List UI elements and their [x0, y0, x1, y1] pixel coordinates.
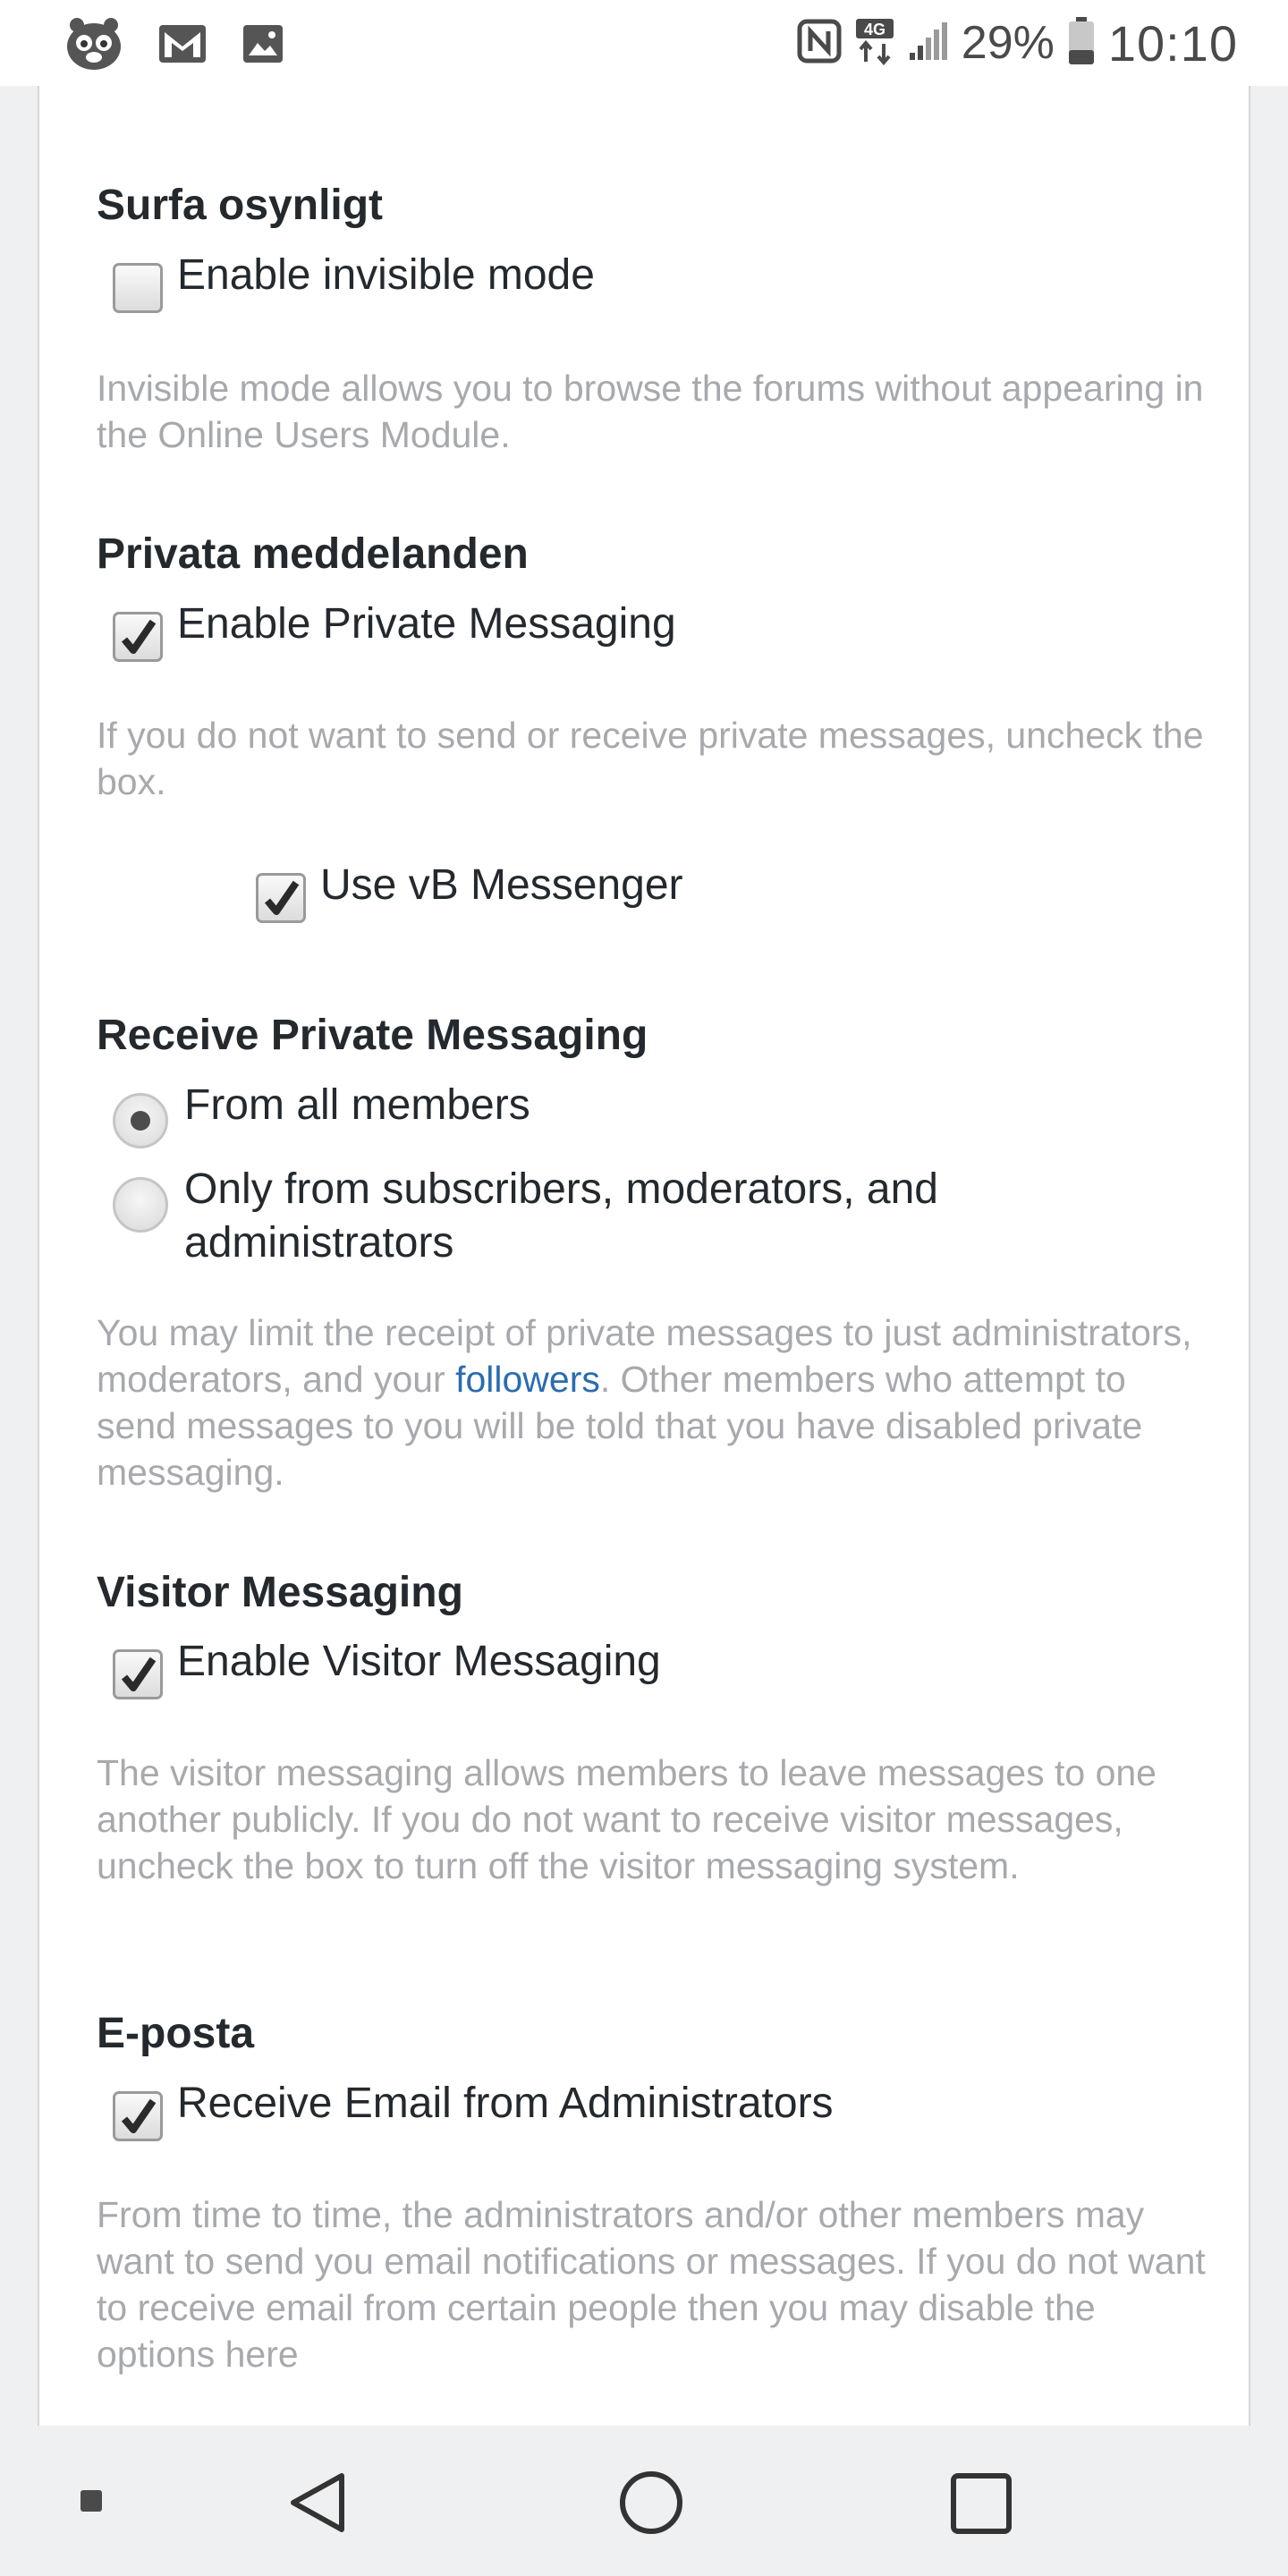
private-messaging-checkbox[interactable]: [113, 612, 163, 662]
clock: 10:10: [1107, 14, 1238, 72]
checkmark-icon: [121, 2098, 157, 2133]
visitor-messaging-label[interactable]: Enable Visitor Messaging: [177, 1635, 661, 1689]
svg-text:4G: 4G: [864, 21, 886, 38]
radio-limited-label-line1: Only from subscribers, moderators, and: [184, 1165, 938, 1213]
vb-messenger-checkbox[interactable]: [256, 873, 306, 923]
section-title-invisible: Surfa osynligt: [97, 182, 384, 229]
back-icon[interactable]: [288, 2470, 347, 2539]
navigation-bar: [0, 2426, 1288, 2576]
radio-all-members[interactable]: [113, 1093, 168, 1148]
email-admins-checkbox[interactable]: [113, 2091, 163, 2141]
email-description: From time to time, the administrators an…: [97, 2194, 1206, 2375]
radio-limited-label-line2: administrators: [184, 1219, 454, 1267]
invisible-mode-description: Invisible mode allows you to browse the …: [97, 368, 1204, 455]
notification-icons: [64, 16, 284, 76]
radio-all-members-label[interactable]: From all members: [184, 1079, 530, 1132]
private-messaging-option[interactable]: Enable Private Messaging: [113, 597, 676, 662]
private-messaging-label[interactable]: Enable Private Messaging: [177, 597, 676, 651]
system-status: 4G 29% 10:10: [797, 13, 1238, 73]
receive-pm-description: You may limit the receipt of private mes…: [97, 1309, 1206, 1496]
recents-icon[interactable]: [950, 2472, 1013, 2539]
invisible-mode-checkbox[interactable]: [113, 263, 163, 313]
radio-selected-dot: [131, 1111, 150, 1131]
section-title-visitor: Visitor Messaging: [97, 1569, 463, 1616]
nfc-icon: [797, 19, 842, 68]
checkmark-icon: [121, 1657, 157, 1691]
radio-limited-label[interactable]: Only from subscribers, moderators, and a…: [184, 1163, 938, 1270]
visitor-messaging-checkbox[interactable]: [113, 1649, 163, 1699]
followers-link[interactable]: followers: [455, 1359, 600, 1400]
section-title-receive-pm: Receive Private Messaging: [97, 1012, 648, 1059]
gmail-icon: [157, 23, 208, 69]
4g-data-icon: 4G: [854, 17, 895, 70]
battery-percent: 29%: [961, 17, 1055, 69]
battery-icon: [1067, 16, 1096, 71]
checkmark-icon: [264, 880, 300, 915]
vb-messenger-option[interactable]: Use vB Messenger: [256, 859, 683, 923]
email-admins-option[interactable]: Receive Email from Administrators: [113, 2077, 834, 2141]
menu-dot-icon[interactable]: [80, 2490, 102, 2516]
email-admins-label[interactable]: Receive Email from Administrators: [177, 2077, 834, 2131]
invisible-mode-label[interactable]: Enable invisible mode: [177, 249, 595, 302]
status-bar: 4G 29% 10:10: [0, 0, 1288, 86]
signal-icon: [908, 21, 949, 66]
private-messaging-description: If you do not want to send or receive pr…: [97, 715, 1204, 802]
radio-option-all-members[interactable]: From all members: [113, 1079, 530, 1148]
vb-messenger-label[interactable]: Use vB Messenger: [320, 859, 683, 912]
hoot-app-icon: [64, 16, 123, 76]
gallery-icon: [242, 23, 284, 69]
radio-limited[interactable]: [113, 1177, 168, 1233]
radio-option-limited[interactable]: Only from subscribers, moderators, and a…: [113, 1163, 938, 1270]
visitor-messaging-option[interactable]: Enable Visitor Messaging: [113, 1635, 661, 1699]
section-title-private-messages: Privata meddelanden: [97, 530, 529, 578]
home-icon[interactable]: [619, 2470, 683, 2539]
section-title-email: E-posta: [97, 2010, 255, 2057]
invisible-mode-option[interactable]: Enable invisible mode: [113, 249, 595, 313]
visitor-messaging-description: The visitor messaging allows members to …: [97, 1752, 1157, 1886]
checkmark-icon: [121, 619, 157, 654]
